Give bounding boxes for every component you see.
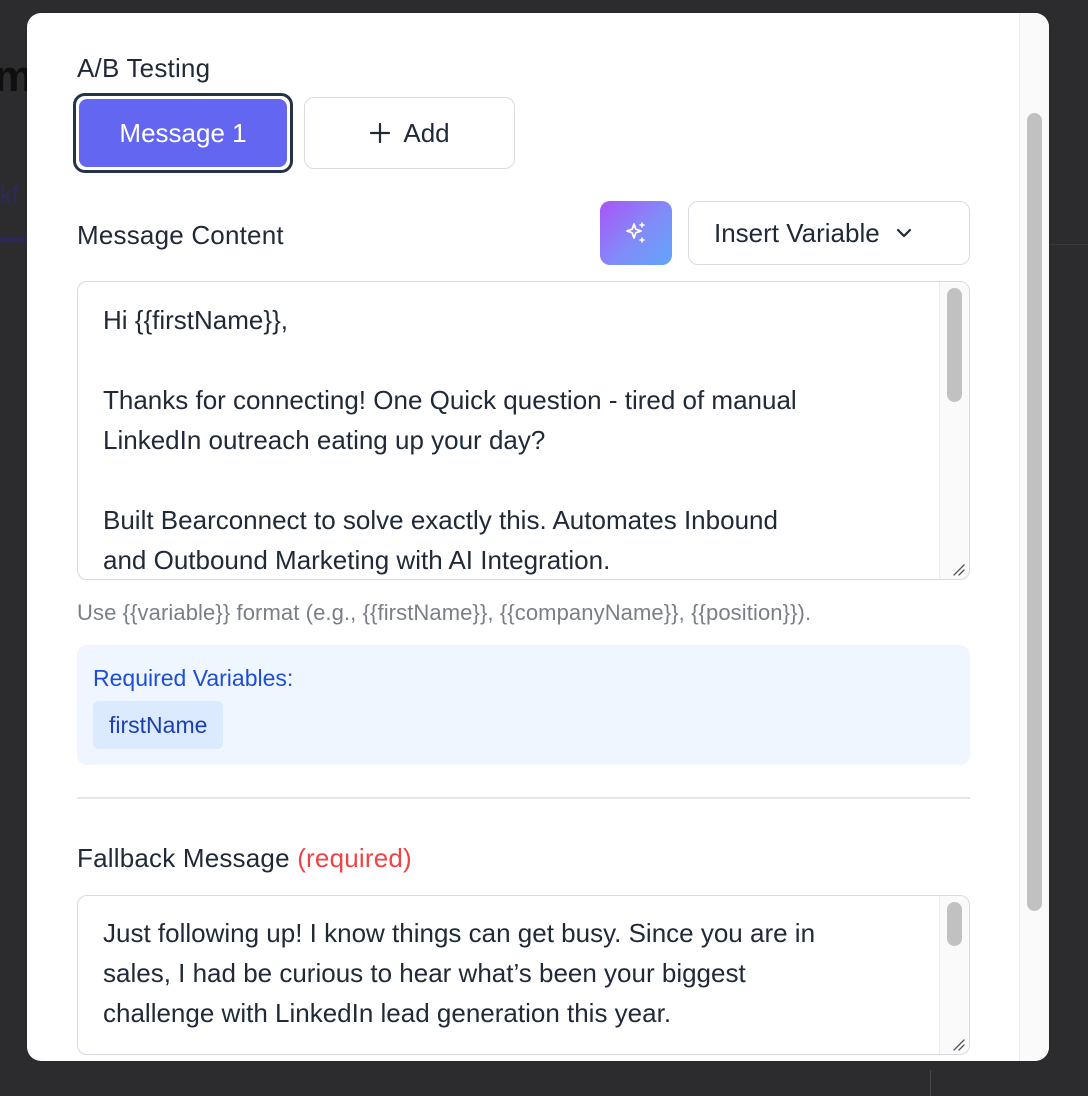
background-edge — [930, 1070, 936, 1096]
message-content-scrollbar-thumb[interactable] — [947, 288, 962, 402]
required-variables-title: Required Variables: — [93, 665, 294, 691]
add-message-label: Add — [403, 117, 450, 148]
modal-scrollbar-thumb[interactable] — [1027, 113, 1042, 911]
ai-generate-button[interactable] — [600, 201, 672, 265]
message-editor-modal: A/B Testing Message 1 Add Message Conten… — [27, 13, 1049, 1061]
fallback-message-label: Fallback Message (required) — [77, 843, 412, 874]
message-content-label: Message Content — [77, 220, 284, 250]
background-tab-indicator — [0, 238, 28, 242]
fallback-message-title: Fallback Message — [77, 843, 290, 873]
section-divider — [77, 797, 970, 799]
message-1-tab-label: Message 1 — [79, 99, 287, 167]
fallback-message-scrollbar[interactable] — [939, 896, 969, 1054]
message-content-text[interactable]: Hi {{firstName}}, Thanks for connecting!… — [103, 300, 923, 579]
sparkles-icon — [626, 222, 645, 243]
modal-scrollbar[interactable] — [1019, 13, 1049, 1061]
insert-variable-label: Insert Variable — [714, 217, 880, 248]
add-message-button[interactable]: Add — [304, 97, 515, 169]
fallback-message-textarea[interactable]: Just following up! I know things can get… — [77, 895, 970, 1055]
chevron-down-icon — [896, 228, 911, 238]
message-content-textarea[interactable]: Hi {{firstName}}, Thanks for connecting!… — [77, 281, 970, 580]
resize-handle-icon[interactable] — [951, 1037, 965, 1051]
message-content-scrollbar[interactable] — [939, 282, 969, 579]
plus-icon — [370, 122, 391, 144]
ab-testing-label: A/B Testing — [77, 53, 211, 83]
required-variable-chip: firstName — [93, 701, 224, 749]
resize-handle-icon[interactable] — [951, 562, 965, 576]
background-divider — [1050, 244, 1088, 245]
message-1-tab[interactable]: Message 1 — [73, 93, 293, 173]
fallback-message-scrollbar-thumb[interactable] — [947, 902, 962, 946]
variable-format-hint: Use {{variable}} format (e.g., {{firstNa… — [77, 600, 812, 625]
fallback-message-text[interactable]: Just following up! I know things can get… — [103, 913, 923, 1033]
background-tab[interactable]: kf — [0, 182, 19, 210]
required-variables-panel: Required Variables: firstName — [77, 645, 970, 765]
required-tag: (required) — [297, 843, 412, 873]
insert-variable-dropdown[interactable]: Insert Variable — [688, 201, 970, 265]
